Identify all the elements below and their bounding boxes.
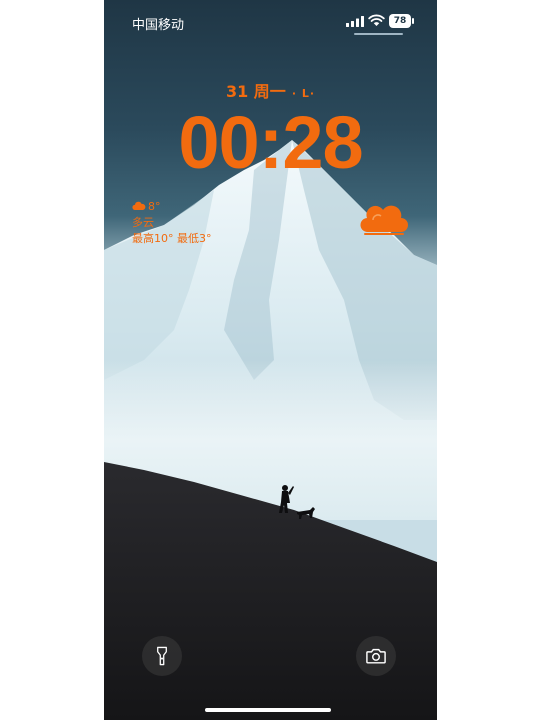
battery-tip bbox=[412, 18, 414, 24]
weather-condition: 多云 bbox=[132, 216, 154, 229]
weather-range: 最高10° 最低3° bbox=[132, 232, 212, 245]
carrier-name: 中国移动 bbox=[132, 18, 185, 33]
flashlight-button[interactable] bbox=[142, 636, 182, 676]
battery-indicator: 78 bbox=[389, 14, 411, 28]
status-bar: 中国移动 78 bbox=[104, 0, 437, 40]
camera-button[interactable] bbox=[356, 636, 396, 676]
cellular-signal-icon bbox=[346, 16, 364, 27]
cloud-icon bbox=[132, 201, 146, 210]
control-center-indicator[interactable] bbox=[354, 33, 403, 35]
lock-screen: 中国移动 78 31 周一 · L· 00:28 8° 多云 最高10° 最低3° bbox=[104, 0, 437, 720]
flashlight-icon bbox=[157, 646, 167, 666]
weather-temperature: 8° bbox=[148, 199, 161, 213]
lock-clock: 00:28 bbox=[178, 101, 363, 184]
wifi-icon bbox=[368, 14, 385, 26]
weather-temp-row: 8° bbox=[132, 198, 212, 214]
home-indicator[interactable] bbox=[205, 708, 331, 712]
cloud-widget-icon[interactable] bbox=[359, 198, 409, 238]
camera-icon bbox=[366, 648, 386, 664]
weather-widget[interactable]: 8° 多云 最高10° 最低3° bbox=[132, 198, 212, 246]
